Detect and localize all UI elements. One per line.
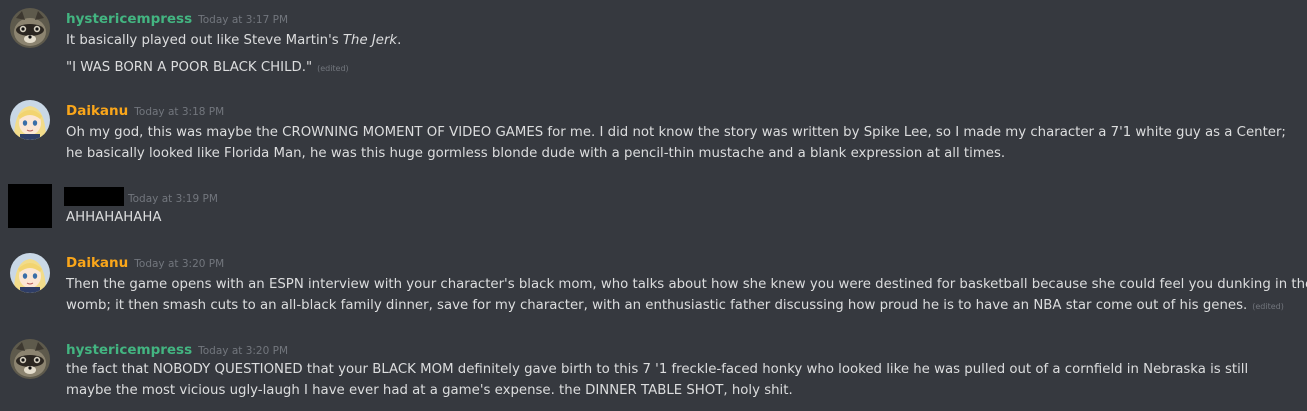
- username[interactable]: hystericempress: [66, 342, 192, 358]
- timestamp: Today at 3:19 PM: [128, 193, 218, 205]
- message-text: Oh my god, this was maybe the CROWNING M…: [66, 125, 1286, 140]
- message-text: AHHAHAHAHA: [66, 210, 162, 225]
- redacted-username[interactable]: [64, 187, 124, 206]
- timestamp: Today at 3:18 PM: [134, 106, 225, 118]
- username[interactable]: Daikanu: [66, 103, 128, 119]
- edited-label: (edited): [1252, 302, 1284, 311]
- edited-label: (edited): [317, 64, 349, 73]
- message-text: "I WAS BORN A POOR BLACK CHILD." (edited): [66, 60, 349, 75]
- message-text: he basically looked like Florida Man, he…: [66, 146, 1006, 161]
- message-text: Then the game opens with an ESPN intervi…: [66, 277, 1307, 292]
- anime-girl-avatar-icon[interactable]: [10, 100, 50, 140]
- message-text: maybe the most vicious ugly-laugh I have…: [66, 383, 793, 398]
- anime-girl-avatar-icon[interactable]: [10, 253, 50, 293]
- message-text: womb; it then smash cuts to an all-black…: [66, 298, 1284, 313]
- raccoon-avatar-icon[interactable]: [10, 8, 50, 48]
- italic-title: The Jerk: [342, 33, 398, 48]
- username[interactable]: Daikanu: [66, 255, 128, 271]
- raccoon-avatar-icon[interactable]: [10, 339, 50, 379]
- redacted-avatar[interactable]: [8, 184, 52, 228]
- timestamp: Today at 3:17 PM: [198, 14, 289, 26]
- timestamp: Today at 3:20 PM: [198, 345, 289, 357]
- message-text: the fact that NOBODY QUESTIONED that you…: [66, 362, 1249, 377]
- timestamp: Today at 3:20 PM: [134, 258, 225, 270]
- message-text: It basically played out like Steve Marti…: [66, 33, 402, 48]
- username[interactable]: hystericempress: [66, 11, 192, 27]
